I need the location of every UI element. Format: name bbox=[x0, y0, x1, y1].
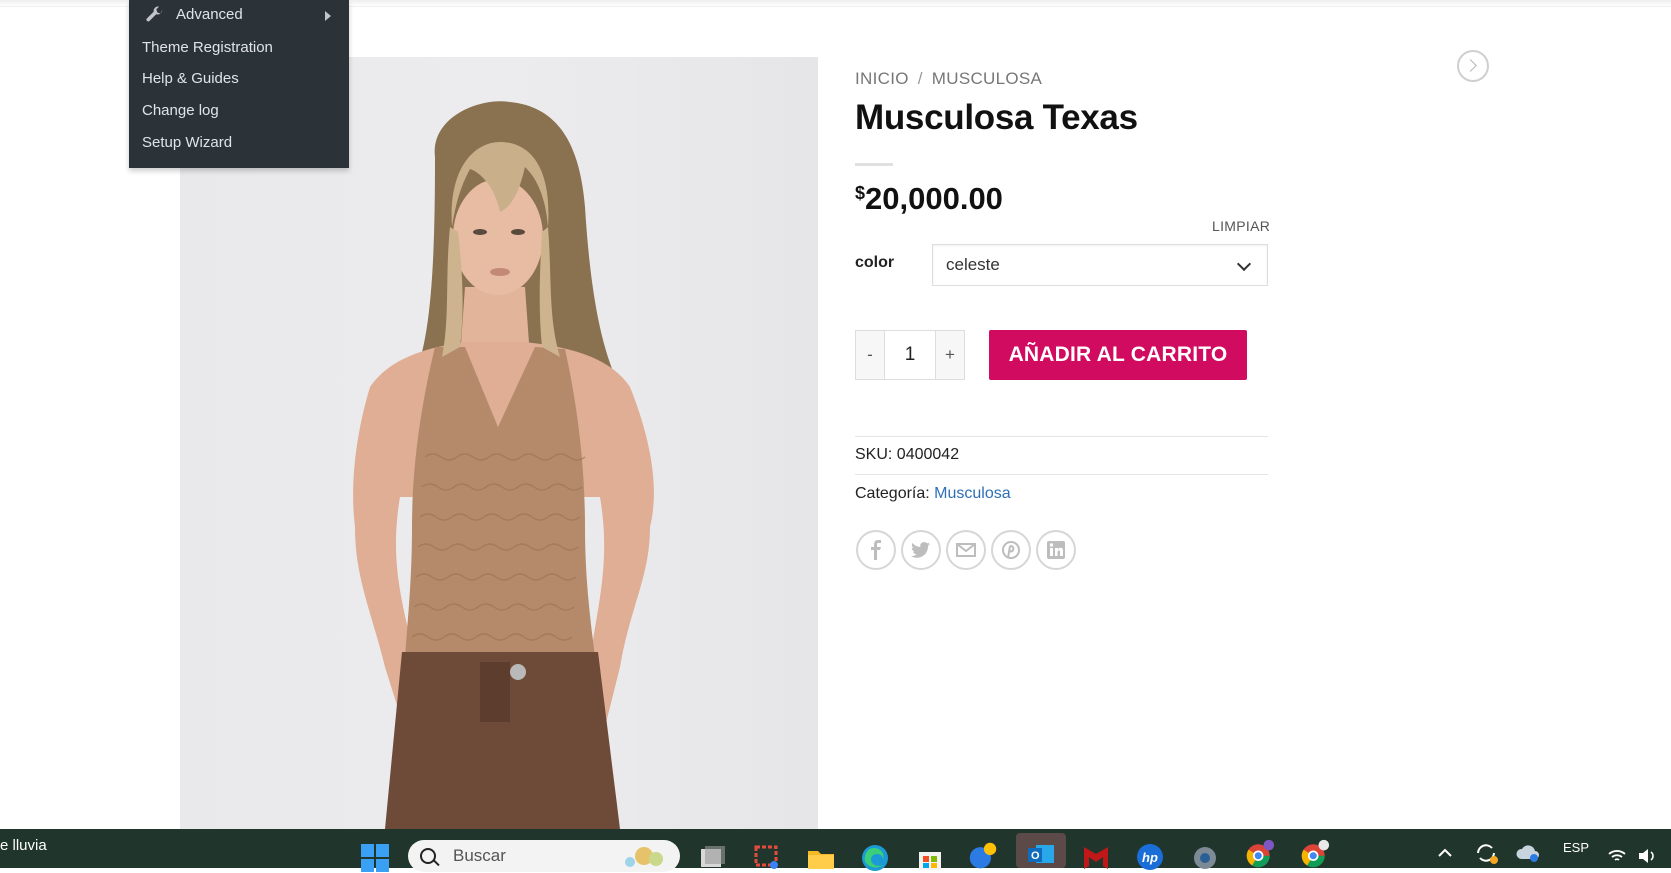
search-highlight-icon bbox=[625, 847, 663, 867]
mcafee-icon[interactable] bbox=[1081, 843, 1111, 873]
snipping-tool-icon[interactable] bbox=[752, 843, 782, 873]
breadcrumb: INICIO / MUSCULOSA bbox=[855, 69, 1042, 89]
windows-taskbar: e lluvia Buscar O hp ESP bbox=[0, 829, 1671, 872]
svg-text:hp: hp bbox=[1142, 850, 1158, 865]
share-twitter-button[interactable] bbox=[901, 530, 941, 570]
currency-symbol: $ bbox=[855, 183, 866, 203]
breadcrumb-category-link[interactable]: MUSCULOSA bbox=[932, 69, 1042, 88]
outlook-taskbar-button[interactable]: O bbox=[1016, 833, 1066, 868]
model-photo bbox=[353, 101, 654, 829]
divider bbox=[855, 474, 1268, 475]
linkedin-icon bbox=[1047, 541, 1065, 559]
file-explorer-icon[interactable] bbox=[806, 843, 836, 873]
edge-icon[interactable] bbox=[860, 843, 890, 873]
wifi-icon[interactable] bbox=[1607, 848, 1627, 864]
category-link[interactable]: Musculosa bbox=[934, 485, 1010, 502]
outlook-icon: O bbox=[1028, 845, 1054, 863]
submenu-arrow-icon bbox=[325, 11, 331, 21]
settings-icon[interactable] bbox=[1190, 843, 1220, 873]
share-facebook-button[interactable] bbox=[856, 530, 896, 570]
add-to-cart-button[interactable]: AÑADIR AL CARRITO bbox=[989, 330, 1247, 380]
color-select[interactable]: celeste bbox=[932, 244, 1268, 286]
svg-text:O: O bbox=[1031, 850, 1040, 862]
language-indicator[interactable]: ESP bbox=[1563, 840, 1589, 855]
share-linkedin-button[interactable] bbox=[1036, 530, 1076, 570]
sync-icon[interactable] bbox=[1474, 842, 1498, 864]
product-price: $20,000.00 bbox=[855, 181, 1003, 217]
search-placeholder: Buscar bbox=[453, 846, 506, 865]
category-label: Categoría: bbox=[855, 485, 930, 502]
twitter-icon bbox=[911, 542, 930, 558]
wrench-icon bbox=[146, 6, 163, 22]
taskbar-search-box[interactable]: Buscar bbox=[408, 840, 680, 872]
task-view-icon[interactable] bbox=[697, 843, 727, 873]
quantity-plus-button[interactable]: + bbox=[935, 331, 964, 379]
facebook-icon bbox=[871, 540, 881, 560]
title-divider bbox=[855, 163, 893, 166]
windows-start-icon[interactable] bbox=[360, 843, 390, 873]
menu-item-help-guides[interactable]: Help & Guides bbox=[129, 64, 349, 94]
quantity-stepper: - 1 + bbox=[855, 330, 965, 380]
weather-widget[interactable]: e lluvia bbox=[0, 837, 47, 854]
category-line: Categoría: Musculosa bbox=[855, 485, 1011, 503]
menu-item-label: Advanced bbox=[176, 6, 243, 23]
variation-label: color bbox=[855, 254, 895, 271]
search-icon bbox=[420, 848, 436, 864]
product-image[interactable] bbox=[180, 57, 818, 829]
sku-label: SKU: bbox=[855, 446, 893, 463]
menu-item-advanced[interactable]: Advanced bbox=[129, 0, 349, 30]
divider bbox=[855, 436, 1268, 437]
store-icon[interactable] bbox=[915, 843, 945, 873]
volume-icon[interactable] bbox=[1637, 847, 1657, 865]
chrome-icon[interactable] bbox=[1300, 839, 1330, 869]
quantity-input[interactable]: 1 bbox=[884, 331, 936, 379]
share-email-button[interactable] bbox=[946, 530, 986, 570]
menu-item-setup-wizard[interactable]: Setup Wizard bbox=[129, 128, 349, 158]
chevron-up-icon[interactable] bbox=[1437, 846, 1453, 858]
quantity-minus-button[interactable]: - bbox=[856, 331, 885, 379]
chevron-right-icon bbox=[1464, 59, 1477, 72]
onedrive-icon[interactable] bbox=[1515, 843, 1541, 863]
breadcrumb-separator: / bbox=[917, 69, 923, 88]
menu-item-theme-registration[interactable]: Theme Registration bbox=[129, 33, 349, 63]
chevron-down-icon bbox=[1236, 256, 1252, 272]
sku-line: SKU: 0400042 bbox=[855, 446, 959, 464]
next-product-button[interactable] bbox=[1457, 50, 1489, 82]
share-pinterest-button[interactable] bbox=[991, 530, 1031, 570]
admin-dropdown-menu: Advanced Theme Registration Help & Guide… bbox=[129, 0, 349, 168]
breadcrumb-home-link[interactable]: INICIO bbox=[855, 69, 909, 88]
chrome-icon[interactable] bbox=[1245, 839, 1275, 869]
product-title: Musculosa Texas bbox=[855, 98, 1138, 137]
pinterest-icon bbox=[1002, 541, 1020, 559]
sku-value: 0400042 bbox=[896, 446, 960, 463]
clear-variation-link[interactable]: LIMPIAR bbox=[1212, 218, 1270, 234]
color-select-value: celeste bbox=[946, 255, 1000, 274]
email-icon bbox=[956, 543, 976, 557]
menu-item-change-log[interactable]: Change log bbox=[129, 96, 349, 126]
app-icon[interactable] bbox=[968, 841, 998, 871]
price-value: 20,000.00 bbox=[865, 181, 1003, 216]
language-code: ESP bbox=[1563, 840, 1590, 855]
